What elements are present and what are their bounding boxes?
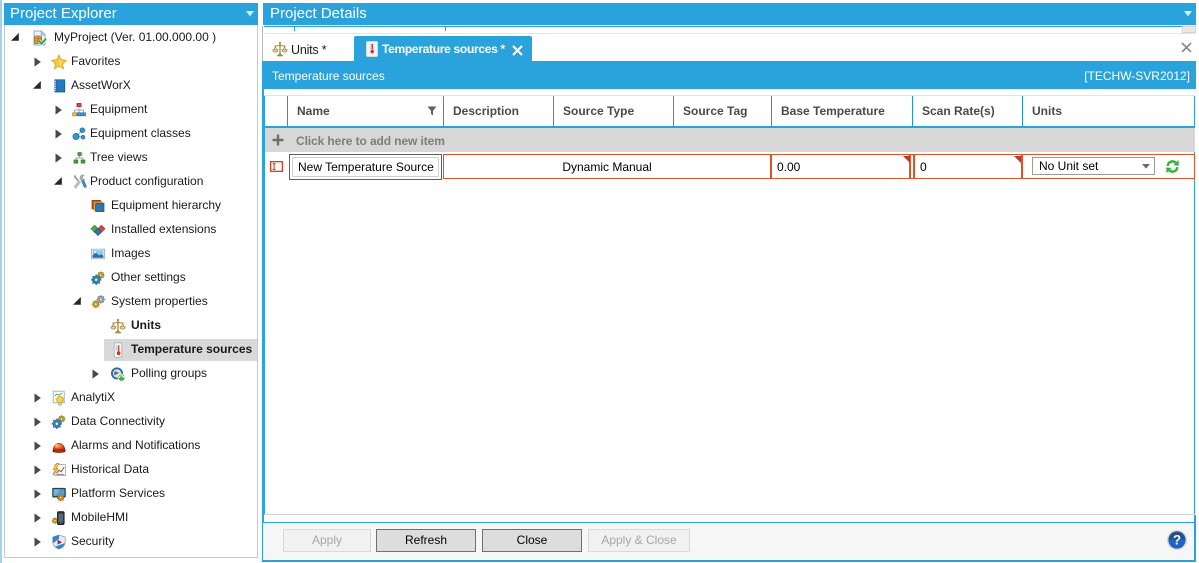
svg-text:?: ?	[1173, 533, 1181, 548]
